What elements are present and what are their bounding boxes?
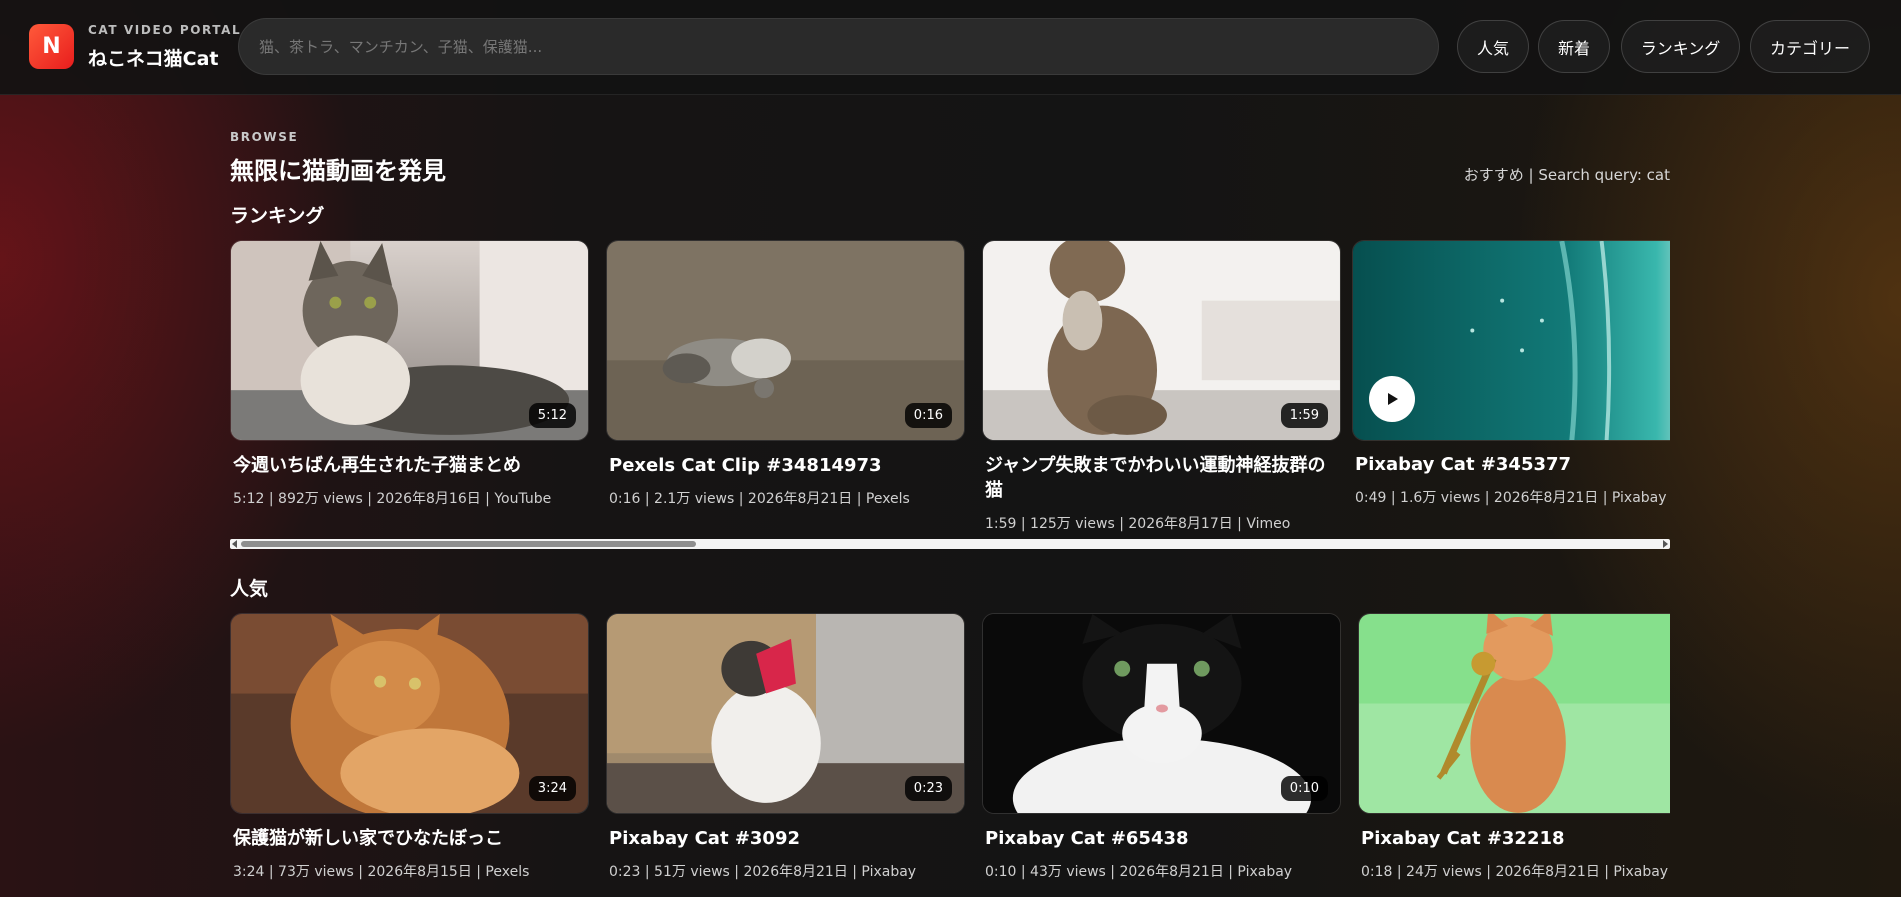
video-title[interactable]: Pixabay Cat #32218 xyxy=(1358,826,1670,851)
scroll-right-icon[interactable] xyxy=(1663,540,1668,548)
nav-category-button[interactable]: カテゴリー xyxy=(1750,20,1870,73)
duration-badge: 1:59 xyxy=(1280,403,1328,428)
video-thumbnail[interactable] xyxy=(1352,240,1670,441)
search-input[interactable] xyxy=(238,18,1439,75)
duration-badge: 0:16 xyxy=(904,403,952,428)
video-thumbnail[interactable]: 3:24 xyxy=(230,613,589,814)
popular-row[interactable]: 3:24 保護猫が新しい家でひなたぼっこ 3:24 | 73万 views | … xyxy=(230,613,1670,897)
video-meta: 1:59 | 125万 views | 2026年8月17日 | Vimeo xyxy=(985,516,1291,533)
video-thumbnail[interactable]: 0:10 xyxy=(982,613,1341,814)
brand-title[interactable]: ねこネコ猫Cat xyxy=(88,44,218,71)
nav-ranking-button[interactable]: ランキング xyxy=(1621,20,1740,73)
video-meta: 5:12 | 892万 views | 2026年8月16日 | YouTube xyxy=(233,491,552,508)
duration-badge: 0:23 xyxy=(904,776,952,801)
video-meta: 3:24 | 73万 views | 2026年8月15日 | Pexels xyxy=(233,864,530,881)
top-header: N CAT VIDEO PORTAL ねこネコ猫Cat 人気 新着 ランキング … xyxy=(0,0,1901,95)
video-card[interactable]: 0:10 Pixabay Cat #65438 0:10 | 43万 views… xyxy=(982,613,1341,881)
scroll-thumb[interactable] xyxy=(241,541,696,547)
video-meta: 0:49 | 1.6万 views | 2026年8月21日 | Pixabay xyxy=(1355,490,1667,507)
duration-badge: 3:24 xyxy=(528,776,576,801)
video-card[interactable]: Pixabay Cat #345377 0:49 | 1.6万 views | … xyxy=(1352,240,1670,507)
video-meta: 0:23 | 51万 views | 2026年8月21日 | Pixabay xyxy=(609,864,917,881)
duration-badge: 5:12 xyxy=(528,403,576,428)
logo-badge[interactable]: N xyxy=(29,24,74,69)
page-title: 無限に猫動画を発見 xyxy=(230,157,446,185)
video-meta: 0:10 | 43万 views | 2026年8月21日 | Pixabay xyxy=(985,864,1293,881)
horizontal-scrollbar[interactable] xyxy=(230,539,1670,549)
cat-thumbnail-image xyxy=(1359,614,1670,813)
video-card[interactable]: 0:23 Pixabay Cat #3092 0:23 | 51万 views … xyxy=(606,613,965,881)
nav-popular-button[interactable]: 人気 xyxy=(1457,20,1529,73)
video-title[interactable]: 保護猫が新しい家でひなたぼっこ xyxy=(230,826,589,851)
video-card[interactable]: 3:24 保護猫が新しい家でひなたぼっこ 3:24 | 73万 views | … xyxy=(230,613,589,881)
video-meta: 0:16 | 2.1万 views | 2026年8月21日 | Pexels xyxy=(609,491,910,508)
video-title[interactable]: Pixabay Cat #65438 xyxy=(982,826,1341,851)
video-title[interactable]: Pixabay Cat #3092 xyxy=(606,826,965,851)
video-title[interactable]: Pixabay Cat #345377 xyxy=(1352,452,1670,477)
browse-eyebrow: BROWSE xyxy=(230,130,299,144)
video-card[interactable]: 1:59 ジャンプ失敗までかわいい運動神経抜群の猫 1:59 | 125万 vi… xyxy=(982,240,1341,533)
video-card[interactable]: Pixabay Cat #32218 0:18 | 24万 views | 20… xyxy=(1358,613,1670,881)
play-button[interactable] xyxy=(1369,376,1415,422)
video-thumbnail[interactable]: 1:59 xyxy=(982,240,1341,441)
duration-badge: 0:10 xyxy=(1280,776,1328,801)
ranking-row[interactable]: 5:12 今週いちばん再生された子猫まとめ 5:12 | 892万 views … xyxy=(230,240,1670,535)
video-title[interactable]: ジャンプ失敗までかわいい運動神経抜群の猫 xyxy=(982,453,1341,503)
video-meta: 0:18 | 24万 views | 2026年8月21日 | Pixabay xyxy=(1361,864,1669,881)
sort-query-info: おすすめ | Search query: cat xyxy=(1463,166,1670,184)
video-card[interactable]: 0:16 Pexels Cat Clip #34814973 0:16 | 2.… xyxy=(606,240,965,508)
video-thumbnail[interactable]: 0:16 xyxy=(606,240,965,441)
scroll-left-icon[interactable] xyxy=(232,540,237,548)
video-card[interactable]: 5:12 今週いちばん再生された子猫まとめ 5:12 | 892万 views … xyxy=(230,240,589,508)
video-title[interactable]: Pexels Cat Clip #34814973 xyxy=(606,453,965,478)
section-title-ranking: ランキング xyxy=(230,205,325,227)
video-title[interactable]: 今週いちばん再生された子猫まとめ xyxy=(230,453,589,478)
video-thumbnail[interactable]: 5:12 xyxy=(230,240,589,441)
video-thumbnail[interactable]: 0:23 xyxy=(606,613,965,814)
brand-subtitle: CAT VIDEO PORTAL xyxy=(88,23,242,37)
video-thumbnail[interactable] xyxy=(1358,613,1670,814)
nav-new-button[interactable]: 新着 xyxy=(1538,20,1610,73)
section-title-popular: 人気 xyxy=(230,578,269,600)
play-icon xyxy=(1388,393,1398,405)
